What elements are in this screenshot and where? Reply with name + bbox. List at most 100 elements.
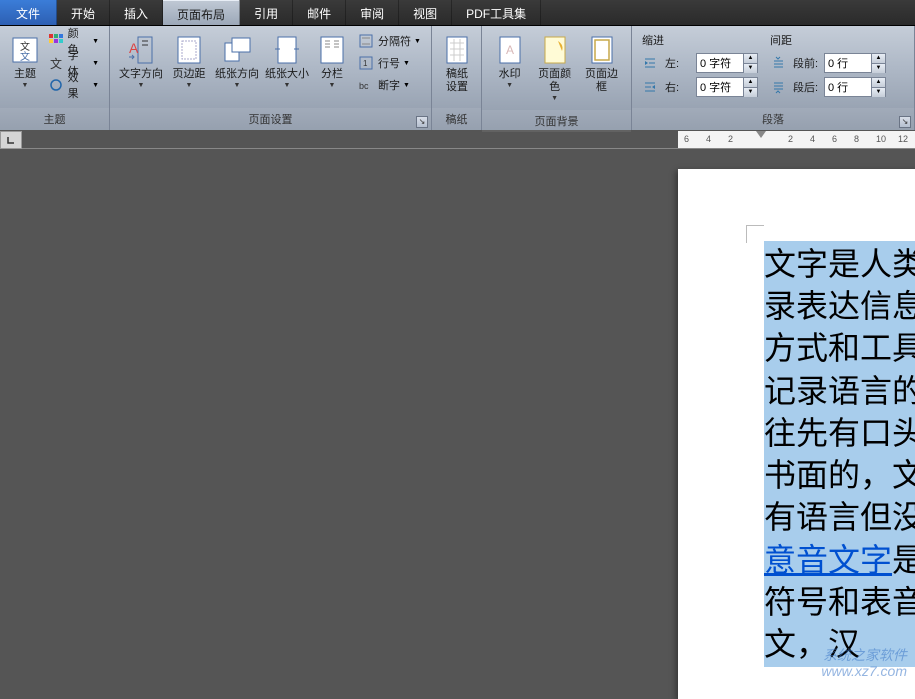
spin-up[interactable]: ▲ — [871, 78, 885, 88]
page-color-button[interactable]: 页面颜色 ▼ — [531, 30, 578, 106]
tab-page-layout[interactable]: 页面布局 — [163, 0, 240, 25]
spin-up[interactable]: ▲ — [743, 54, 757, 64]
line-numbers-button[interactable]: 1 行号 ▼ — [354, 52, 425, 74]
indent-right-spinner[interactable]: ▲▼ — [696, 77, 758, 97]
manuscript-icon — [441, 34, 473, 66]
ruler-tick: 2 — [788, 134, 793, 144]
page-border-icon — [586, 34, 618, 66]
chevron-down-icon: ▼ — [234, 82, 241, 89]
ruler-tick: 4 — [810, 134, 815, 144]
tab-file[interactable]: 文件 — [0, 0, 57, 25]
tab-home[interactable]: 开始 — [57, 0, 110, 25]
ruler-tick: 8 — [854, 134, 859, 144]
horizontal-ruler[interactable]: 6 4 2 2 4 6 8 10 12 — [0, 131, 915, 149]
spacing-after-input[interactable] — [825, 78, 871, 96]
spin-up[interactable]: ▲ — [871, 54, 885, 64]
spacing-header: 间距 — [770, 30, 886, 51]
columns-icon — [316, 34, 348, 66]
line-numbers-label: 行号 — [378, 55, 400, 71]
group-paragraph-label: 段落 ↘ — [632, 108, 914, 130]
spin-down[interactable]: ▼ — [871, 64, 885, 73]
chevron-down-icon: ▼ — [329, 82, 336, 89]
spin-up[interactable]: ▲ — [743, 78, 757, 88]
tab-mail[interactable]: 邮件 — [293, 0, 346, 25]
paper-size-button[interactable]: 纸张大小 ▼ — [262, 30, 312, 93]
indent-right-row: 右: ▲▼ — [642, 75, 758, 99]
spacing-after-label: 段后: — [793, 79, 821, 95]
paragraph-launcher[interactable]: ↘ — [899, 116, 911, 128]
hyphenation-icon: bc — [358, 77, 374, 93]
ruler-tick: 6 — [684, 134, 689, 144]
document-canvas[interactable]: 文字是人类录表达信息方式和工具记录语言的往先有口头书面的，文有语言但没意音文字是… — [0, 149, 915, 687]
tab-view[interactable]: 视图 — [399, 0, 452, 25]
spacing-before-spinner[interactable]: ▲▼ — [824, 53, 886, 73]
page-border-button[interactable]: 页面边框 — [578, 30, 625, 98]
chevron-down-icon: ▼ — [506, 82, 513, 89]
line-numbers-icon: 1 — [358, 55, 374, 71]
tab-insert[interactable]: 插入 — [110, 0, 163, 25]
chevron-down-icon: ▼ — [138, 82, 145, 89]
indent-header: 缩进 — [642, 30, 758, 51]
spin-down[interactable]: ▼ — [871, 88, 885, 97]
manuscript-settings-button[interactable]: 稿纸 设置 — [438, 30, 476, 98]
document-page[interactable]: 文字是人类录表达信息方式和工具记录语言的往先有口头书面的，文有语言但没意音文字是… — [678, 169, 915, 699]
page-setup-group-text: 页面设置 — [249, 114, 293, 126]
ruler-corner[interactable] — [0, 131, 22, 149]
indent-left-input[interactable] — [697, 54, 743, 72]
tab-references[interactable]: 引用 — [240, 0, 293, 25]
chevron-down-icon: ▼ — [186, 82, 193, 89]
text-direction-label: 文字方向 — [119, 68, 163, 81]
menu-tab-bar: 文件 开始 插入 页面布局 引用 邮件 审阅 视图 PDF工具集 — [0, 0, 915, 26]
indent-right-input[interactable] — [697, 78, 743, 96]
tab-pdf-tools[interactable]: PDF工具集 — [452, 0, 541, 25]
ruler-indent-marker[interactable] — [756, 131, 766, 138]
tab-review[interactable]: 审阅 — [346, 0, 399, 25]
watermark-line1: 系统之家软件 — [821, 648, 907, 663]
ruler-active[interactable]: 6 4 2 2 4 6 8 10 12 — [678, 131, 915, 148]
svg-text:文: 文 — [20, 50, 30, 63]
margins-button[interactable]: 页边距 ▼ — [166, 30, 212, 93]
breaks-icon — [358, 33, 374, 49]
spacing-before-input[interactable] — [825, 54, 871, 72]
svg-text:bc: bc — [359, 81, 369, 91]
spin-down[interactable]: ▼ — [743, 64, 757, 73]
text-direction-button[interactable]: A 文字方向 ▼ — [116, 30, 166, 93]
breaks-button[interactable]: 分隔符 ▼ — [354, 30, 425, 52]
margins-label: 页边距 — [173, 68, 206, 81]
indent-right-icon — [642, 79, 658, 95]
group-page-setup-label: 页面设置 ↘ — [110, 108, 431, 130]
svg-text:A: A — [129, 40, 139, 56]
watermark-button[interactable]: A 水印 ▼ — [488, 30, 531, 93]
svg-text:1: 1 — [363, 59, 368, 68]
group-background-label: 页面背景 — [482, 110, 631, 132]
indent-left-spinner[interactable]: ▲▼ — [696, 53, 758, 73]
breaks-label: 分隔符 — [378, 33, 411, 49]
paper-size-icon — [271, 34, 303, 66]
page-color-label: 页面颜色 — [534, 68, 575, 94]
group-theme-label: 主题 — [0, 108, 109, 130]
paper-size-label: 纸张大小 — [265, 68, 309, 81]
theme-effects-button[interactable]: 效果 ▼ — [44, 74, 103, 96]
hyphenation-label: 断字 — [378, 77, 400, 93]
orientation-label: 纸张方向 — [215, 68, 259, 81]
spin-down[interactable]: ▼ — [743, 88, 757, 97]
chevron-down-icon: ▼ — [22, 82, 29, 89]
hyphenation-button[interactable]: bc 断字 ▼ — [354, 74, 425, 96]
page-color-icon — [539, 34, 571, 66]
spacing-before-icon — [770, 55, 786, 71]
columns-button[interactable]: 分栏 ▼ — [312, 30, 352, 93]
page-setup-launcher[interactable]: ↘ — [416, 116, 428, 128]
chevron-down-icon: ▼ — [284, 82, 291, 89]
orientation-button[interactable]: 纸张方向 ▼ — [212, 30, 262, 93]
spacing-after-spinner[interactable]: ▲▼ — [824, 77, 886, 97]
colors-icon — [48, 33, 64, 49]
orientation-icon — [221, 34, 253, 66]
svg-text:文: 文 — [50, 56, 62, 70]
ruler-tick: 4 — [706, 134, 711, 144]
indent-right-label: 右: — [665, 79, 693, 95]
spacing-after-row: 段后: ▲▼ — [770, 75, 886, 99]
themes-button[interactable]: 文文 主题 ▼ — [6, 30, 44, 93]
selected-text[interactable]: 文字是人类录表达信息方式和工具记录语言的往先有口头书面的，文有语言但没意音文字是… — [764, 241, 915, 667]
columns-label: 分栏 — [321, 68, 343, 81]
page-border-label: 页面边框 — [581, 68, 622, 94]
